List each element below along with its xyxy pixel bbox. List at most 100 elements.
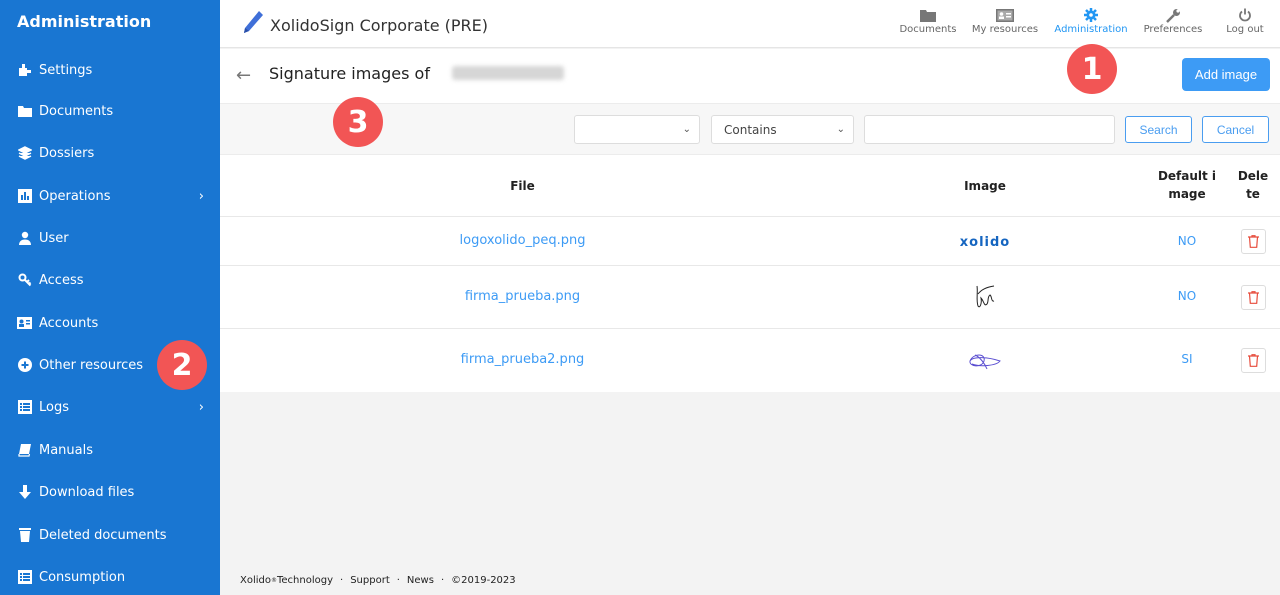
chevron-right-icon: ›	[198, 188, 204, 204]
add-image-button[interactable]: Add image	[1182, 58, 1270, 91]
top-header: XolidoSign Corporate (PRE) Documents My …	[220, 0, 1280, 48]
footer-news-link[interactable]: News	[407, 575, 434, 586]
column-header-default-line1: Default i	[1157, 169, 1217, 183]
topnav-label: Administration	[1054, 24, 1128, 35]
operator-select-value: Contains	[724, 122, 777, 137]
trash-icon	[1248, 291, 1259, 304]
sidebar-item-label: Dossiers	[39, 145, 95, 161]
topnav-administration[interactable]: Administration	[1050, 6, 1132, 42]
table-header: File Image Default i mage Dele te	[220, 155, 1280, 217]
trash-icon	[1248, 354, 1259, 367]
topnav-my-resources[interactable]: My resources	[968, 6, 1042, 42]
sidebar-item-logs[interactable]: Logs ›	[0, 389, 220, 425]
table-row: logoxolido_peq.png xolido NO	[220, 217, 1280, 266]
chevron-down-icon: ⌄	[682, 124, 691, 135]
search-input[interactable]	[864, 115, 1115, 144]
file-link[interactable]: firma_prueba.png	[220, 289, 825, 304]
sidebar-item-user[interactable]: User	[0, 220, 220, 256]
sidebar-item-label: Settings	[39, 62, 93, 78]
sidebar-item-consumption[interactable]: Consumption	[0, 559, 220, 595]
sidebar-item-dossiers[interactable]: Dossiers	[0, 135, 220, 171]
page-title: Signature images of	[269, 64, 430, 83]
annotation-badge-1: 1	[1067, 44, 1117, 94]
signature-image	[935, 351, 1035, 375]
bar-chart-icon	[17, 189, 32, 204]
signature-image: xolido	[935, 231, 1035, 250]
topnav-label: Documents	[899, 24, 957, 35]
signature-images-table: File Image Default i mage Dele te logoxo…	[220, 155, 1280, 392]
layers-icon	[17, 146, 32, 161]
list-icon	[17, 400, 32, 415]
sidebar-item-access[interactable]: Access	[0, 262, 220, 298]
delete-button[interactable]	[1241, 348, 1266, 373]
column-header-file: File	[510, 179, 535, 193]
sidebar-item-label: Other resources	[39, 357, 144, 373]
column-header-delete-line1: Dele	[1237, 169, 1269, 183]
page-header: ← Signature images of Add image	[220, 49, 1280, 103]
sidebar: Administration Settings Documents Dossie…	[0, 0, 220, 595]
sidebar-item-operations[interactable]: Operations ›	[0, 178, 220, 214]
topnav-documents[interactable]: Documents	[895, 6, 961, 42]
topnav-label: My resources	[971, 24, 1039, 35]
column-header-delete-line2: te	[1246, 187, 1260, 201]
file-link[interactable]: firma_prueba2.png	[220, 352, 825, 367]
signature-image	[935, 284, 1035, 314]
search-button[interactable]: Search	[1125, 116, 1192, 143]
column-header-default-line2: mage	[1168, 187, 1206, 201]
brand[interactable]: XolidoSign Corporate (PRE)	[242, 10, 488, 40]
download-arrow-icon	[17, 485, 32, 500]
plus-circle-icon	[17, 358, 32, 373]
sidebar-item-label: Deleted documents	[39, 527, 167, 543]
operator-select[interactable]: Contains ⌄	[711, 115, 854, 144]
sidebar-item-download-files[interactable]: Download files	[0, 474, 220, 510]
topnav-preferences[interactable]: Preferences	[1140, 6, 1206, 42]
xolido-logo: xolido	[959, 235, 1011, 250]
gear-icon	[1084, 6, 1098, 24]
sidebar-item-label: Operations	[39, 188, 111, 204]
sidebar-item-manuals[interactable]: Manuals	[0, 432, 220, 468]
back-arrow-icon[interactable]: ←	[236, 65, 251, 86]
folder-icon	[17, 104, 32, 119]
puzzle-icon	[17, 63, 32, 78]
footer-company-suffix: Technology	[277, 575, 334, 586]
table-row: firma_prueba.png NO	[220, 266, 1280, 329]
sidebar-item-label: Documents	[39, 103, 114, 119]
blurred-username	[452, 66, 564, 80]
default-value: SI	[1181, 352, 1193, 366]
file-link[interactable]: logoxolido_peq.png	[220, 233, 825, 248]
annotation-badge-3: 3	[333, 97, 383, 147]
footer: Xolido ® Technology · Support · News · ©2…	[240, 575, 516, 586]
sidebar-item-label: Access	[39, 272, 84, 288]
topnav-log-out[interactable]: Log out	[1214, 6, 1276, 42]
sidebar-item-label: Accounts	[39, 315, 99, 331]
key-icon	[17, 273, 32, 288]
sidebar-item-label: Manuals	[39, 442, 94, 458]
power-icon	[1238, 6, 1252, 24]
id-card-icon	[996, 6, 1014, 24]
trash-icon	[17, 528, 32, 543]
footer-separator: ·	[340, 575, 344, 586]
column-header-delete: Dele te	[1233, 167, 1273, 203]
footer-company: Xolido	[240, 575, 271, 586]
sidebar-item-label: Logs	[39, 399, 69, 415]
footer-support-link[interactable]: Support	[350, 575, 390, 586]
table-row: firma_prueba2.png SI	[220, 329, 1280, 392]
sidebar-item-deleted-documents[interactable]: Deleted documents	[0, 517, 220, 553]
sidebar-item-accounts[interactable]: Accounts	[0, 305, 220, 341]
delete-button[interactable]	[1241, 285, 1266, 310]
book-icon	[17, 443, 32, 458]
sidebar-item-settings[interactable]: Settings	[0, 52, 220, 88]
sidebar-item-label: User	[39, 230, 69, 246]
footer-separator: ·	[440, 575, 445, 586]
sidebar-title: Administration	[17, 12, 152, 31]
delete-button[interactable]	[1241, 229, 1266, 254]
chevron-right-icon: ›	[198, 399, 204, 415]
column-header-image: Image	[964, 179, 1006, 193]
footer-separator: ·	[396, 575, 400, 586]
field-select[interactable]: ⌄	[574, 115, 700, 144]
wrench-icon	[1165, 6, 1181, 24]
sidebar-item-documents[interactable]: Documents	[0, 93, 220, 129]
default-value: NO	[1177, 289, 1197, 303]
cancel-button[interactable]: Cancel	[1202, 116, 1269, 143]
annotation-badge-2: 2	[157, 340, 207, 390]
